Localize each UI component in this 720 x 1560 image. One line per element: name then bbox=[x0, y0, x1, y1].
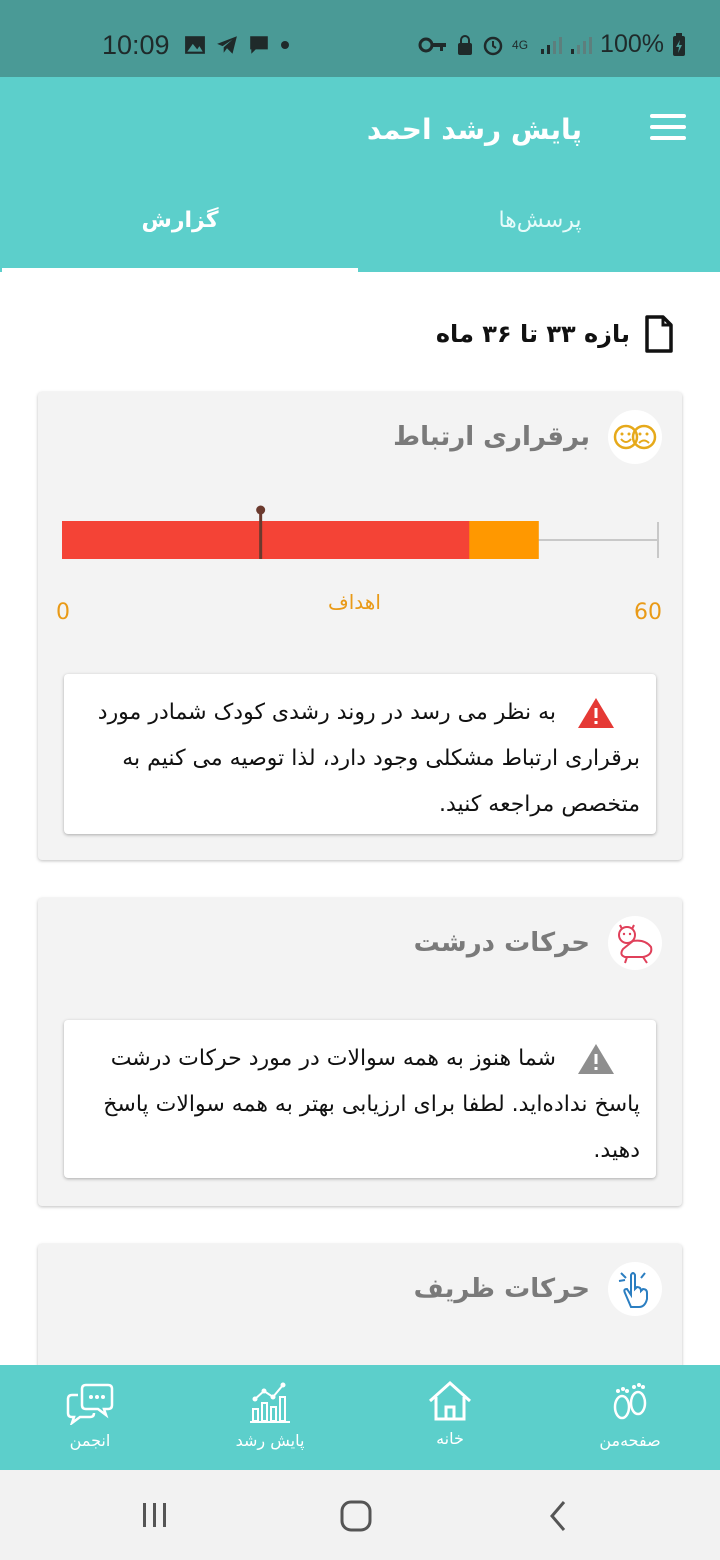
growth-chart-icon bbox=[250, 1382, 290, 1423]
crawling-baby-icon bbox=[608, 916, 662, 970]
tab-questions[interactable]: پرسش‌ها bbox=[360, 208, 720, 233]
back-icon[interactable] bbox=[546, 1498, 570, 1534]
progress-gauge bbox=[62, 505, 659, 559]
warning-gray-icon bbox=[578, 1044, 614, 1074]
battery-percent: 100% bbox=[600, 30, 664, 58]
card-title: حرکات ظریف bbox=[413, 1274, 590, 1304]
nav-label: خانه bbox=[436, 1429, 464, 1448]
card-title: برقراری ارتباط bbox=[393, 422, 590, 452]
tab-indicator bbox=[2, 268, 358, 272]
faces-icon bbox=[608, 410, 662, 464]
system-navigation-bar bbox=[0, 1470, 720, 1560]
status-bar: 10:09 4G 100% bbox=[0, 0, 720, 77]
network-type: 4G bbox=[512, 37, 529, 52]
gauge-max-label: 60 bbox=[634, 600, 662, 625]
nav-label: صفحه‌من bbox=[599, 1431, 661, 1450]
home-button-icon[interactable] bbox=[338, 1498, 374, 1534]
recent-apps-icon[interactable] bbox=[140, 1498, 170, 1532]
signal-icon-2 bbox=[571, 36, 593, 54]
dot-icon bbox=[281, 41, 289, 49]
app-bar bbox=[0, 77, 720, 272]
battery-icon bbox=[673, 32, 685, 56]
card-title: حرکات درشت bbox=[413, 928, 590, 958]
notification-icons bbox=[184, 34, 290, 56]
alert-gross-motor: شما هنوز به همه سوالات در مورد حرکات درش… bbox=[64, 1020, 656, 1178]
alarm-icon bbox=[483, 36, 503, 55]
home-icon bbox=[428, 1380, 472, 1421]
tab-report[interactable]: گزارش bbox=[0, 208, 360, 233]
footprints-icon bbox=[613, 1383, 647, 1420]
telegram-icon bbox=[217, 36, 237, 54]
bottom-navigation: صفحه‌من خانه پایش رشد انجمن bbox=[0, 1365, 720, 1470]
document-icon bbox=[645, 315, 673, 353]
period-header: بازه ۳۳ تا ۳۶ ماه bbox=[436, 312, 674, 356]
nav-label: پایش رشد bbox=[235, 1431, 305, 1450]
nav-growth-monitoring[interactable]: پایش رشد bbox=[180, 1365, 360, 1470]
card-communication: برقراری ارتباط به نظر می رسد در روند رشد… bbox=[38, 392, 682, 860]
gallery-icon bbox=[185, 36, 205, 54]
alert-text: شما هنوز به همه سوالات در مورد حرکات درش… bbox=[103, 1046, 640, 1163]
nav-my-page[interactable]: صفحه‌من bbox=[540, 1365, 720, 1470]
gauge-marker-dot bbox=[256, 505, 266, 515]
nav-forum[interactable]: انجمن bbox=[0, 1365, 180, 1470]
message-icon bbox=[250, 36, 268, 54]
chat-bubbles-icon bbox=[66, 1383, 114, 1425]
card-gross-motor: حرکات درشت شما هنوز به همه سوالات در مور… bbox=[38, 898, 682, 1206]
status-time: 10:09 bbox=[102, 30, 170, 60]
vpn-key-icon bbox=[418, 37, 447, 52]
period-label: بازه ۳۳ تا ۳۶ ماه bbox=[435, 320, 630, 348]
warning-red-icon bbox=[578, 698, 614, 728]
nav-home[interactable]: خانه bbox=[360, 1365, 540, 1470]
signal-icon-1 bbox=[541, 36, 563, 54]
status-right: 4G 100% bbox=[418, 30, 686, 59]
alert-text: به نظر می رسد در روند رشدی کودک شمادر مو… bbox=[97, 700, 640, 817]
hamburger-menu-icon[interactable] bbox=[650, 114, 686, 144]
gauge-min-label: 0 bbox=[56, 600, 70, 625]
alert-communication: به نظر می رسد در روند رشدی کودک شمادر مو… bbox=[64, 674, 656, 834]
gauge-goals-label: اهداف bbox=[328, 590, 381, 614]
page-title: پایش رشد احمد bbox=[366, 113, 582, 146]
hand-gesture-icon bbox=[608, 1262, 662, 1316]
lock-icon bbox=[458, 34, 473, 55]
gauge-red-segment bbox=[62, 521, 470, 559]
nav-label: انجمن bbox=[69, 1431, 111, 1450]
